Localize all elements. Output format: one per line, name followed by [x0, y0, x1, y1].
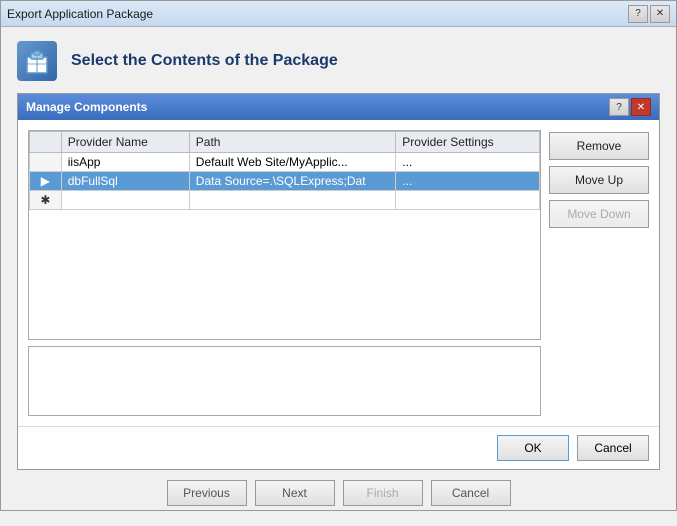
- outer-help-button[interactable]: ?: [628, 5, 648, 23]
- remove-button[interactable]: Remove: [549, 132, 649, 160]
- dialog-cancel-button[interactable]: Cancel: [577, 435, 649, 461]
- outer-content: Select the Contents of the Package Manag…: [1, 27, 676, 526]
- ok-button[interactable]: OK: [497, 435, 569, 461]
- outer-titlebar: Export Application Package ? ✕: [1, 1, 676, 27]
- grid-header-row: Provider Name Path Provider Settings: [30, 132, 540, 153]
- previous-button[interactable]: Previous: [167, 480, 247, 506]
- row-indicator: [30, 153, 62, 172]
- table-row[interactable]: ▶ dbFullSql Data Source=.\SQLExpress;Dat…: [30, 172, 540, 191]
- outer-window: Export Application Package ? ✕ Select th…: [0, 0, 677, 511]
- table-row[interactable]: iisApp Default Web Site/MyApplic... ...: [30, 153, 540, 172]
- cell-path-selected: Data Source=.\SQLExpress;Dat: [189, 172, 395, 191]
- grid-table: Provider Name Path Provider Settings iis…: [29, 131, 540, 210]
- inner-help-button[interactable]: ?: [609, 98, 629, 116]
- row-indicator-new: ✱: [30, 191, 62, 210]
- inner-dialog-title: Manage Components: [26, 100, 147, 114]
- inner-dialog: Manage Components ? ✕ Pro: [17, 93, 660, 470]
- cell-path-new: [189, 191, 395, 210]
- package-icon: [23, 47, 51, 75]
- page-icon: [17, 41, 57, 81]
- page-header: Select the Contents of the Package: [17, 41, 660, 81]
- cell-settings-selected: ...: [396, 172, 540, 191]
- finish-button[interactable]: Finish: [343, 480, 423, 506]
- outer-window-title: Export Application Package: [7, 7, 153, 21]
- col-header-provider: Provider Name: [61, 132, 189, 153]
- cell-provider-new: [61, 191, 189, 210]
- cancel-button[interactable]: Cancel: [431, 480, 511, 506]
- col-header-indicator: [30, 132, 62, 153]
- cell-provider: iisApp: [61, 153, 189, 172]
- next-button[interactable]: Next: [255, 480, 335, 506]
- cell-provider-selected: dbFullSql: [61, 172, 189, 191]
- col-header-settings: Provider Settings: [396, 132, 540, 153]
- components-grid[interactable]: Provider Name Path Provider Settings iis…: [28, 130, 541, 340]
- left-panel: Provider Name Path Provider Settings iis…: [28, 130, 541, 416]
- inner-titlebar-controls: ? ✕: [609, 98, 651, 116]
- dialog-footer: OK Cancel: [18, 426, 659, 469]
- row-indicator-selected: ▶: [30, 172, 62, 191]
- navigation-bar: Previous Next Finish Cancel: [17, 470, 660, 514]
- inner-close-button[interactable]: ✕: [631, 98, 651, 116]
- cell-settings-new: [396, 191, 540, 210]
- detail-area: [28, 346, 541, 416]
- cell-path: Default Web Site/MyApplic...: [189, 153, 395, 172]
- col-header-path: Path: [189, 132, 395, 153]
- move-up-button[interactable]: Move Up: [549, 166, 649, 194]
- move-down-button[interactable]: Move Down: [549, 200, 649, 228]
- inner-body: Provider Name Path Provider Settings iis…: [18, 120, 659, 426]
- table-row-new[interactable]: ✱: [30, 191, 540, 210]
- page-title: Select the Contents of the Package: [71, 52, 338, 70]
- outer-titlebar-controls: ? ✕: [628, 5, 670, 23]
- action-buttons-panel: Remove Move Up Move Down: [549, 130, 649, 416]
- outer-close-button[interactable]: ✕: [650, 5, 670, 23]
- cell-settings: ...: [396, 153, 540, 172]
- inner-titlebar: Manage Components ? ✕: [18, 94, 659, 120]
